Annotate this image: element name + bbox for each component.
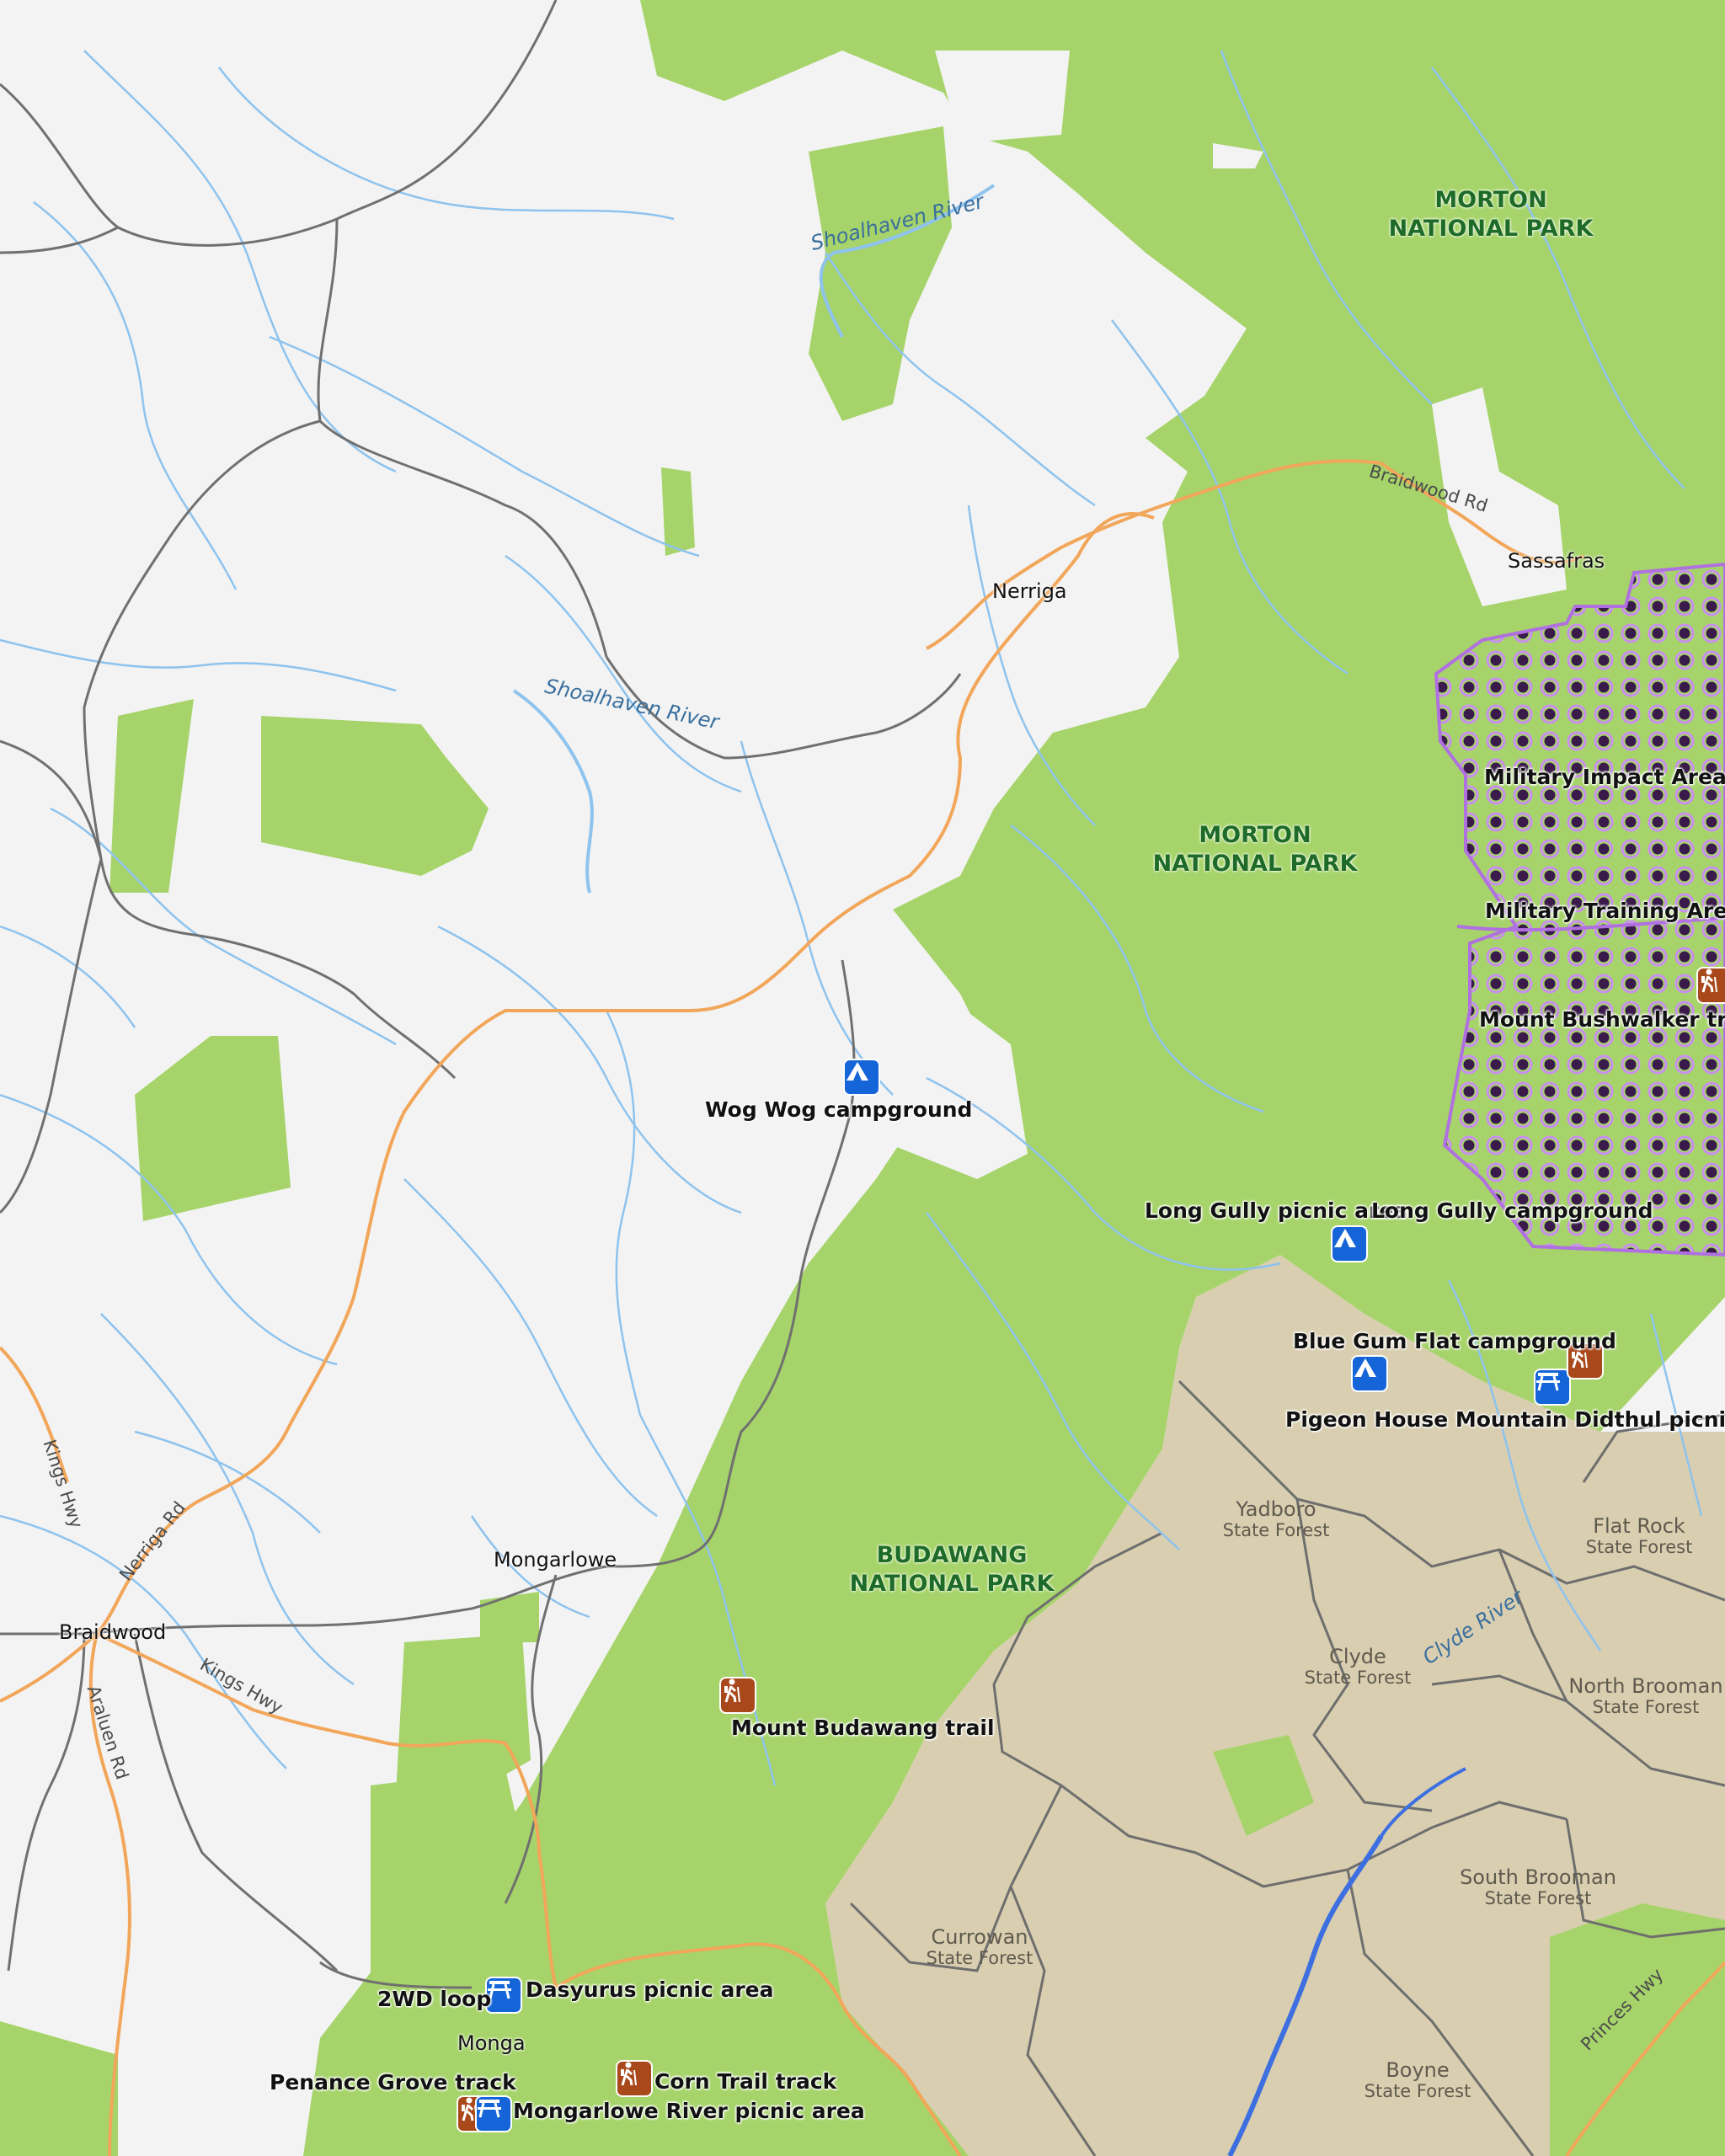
poi-label-2wd-loop[interactable]: 2WD loop: [377, 1987, 491, 2011]
picnic-table-icon[interactable]: [487, 1978, 521, 2012]
park-label-line: MORTON: [1199, 822, 1311, 848]
map-canvas[interactable]: MORTON NATIONAL PARK MORTON NATIONAL PAR…: [0, 0, 1725, 2156]
forest-name: North Brooman: [1568, 1674, 1723, 1698]
forest-label-clyde: Clyde State Forest: [1274, 1646, 1442, 1689]
poi-label-long-gully-campground[interactable]: Long Gully campground: [1371, 1198, 1653, 1223]
town-label-mongarlowe: Mongarlowe: [494, 1548, 617, 1572]
forest-label-boyne: Boyne State Forest: [1333, 2060, 1502, 2102]
poi-label-penance-grove-track[interactable]: Penance Grove track: [270, 2070, 516, 2095]
poi-label-long-gully-picnic-area[interactable]: Long Gully picnic area: [1145, 1198, 1407, 1223]
poi-label-mount-bushwalker-track[interactable]: Mount Bushwalker track: [1479, 1007, 1725, 1032]
forest-type: State Forest: [926, 1948, 1033, 1968]
poi-label-dasyurus-picnic-area[interactable]: Dasyurus picnic area: [526, 1977, 774, 2002]
forest-name: Yadboro: [1236, 1497, 1316, 1521]
forest-label-flat-rock: Flat Rock State Forest: [1555, 1516, 1723, 1558]
forest-type: State Forest: [1585, 1537, 1693, 1557]
park-label-budawang: BUDAWANG NATIONAL PARK: [842, 1541, 1061, 1598]
picnic-table-icon[interactable]: [1535, 1370, 1569, 1404]
national-park-area: [480, 1592, 539, 1642]
forest-type: State Forest: [1222, 1520, 1330, 1540]
forest-type: State Forest: [1364, 2081, 1471, 2101]
poi-label-wog-wog-campground[interactable]: Wog Wog campground: [705, 1097, 972, 1122]
forest-type: State Forest: [1484, 1888, 1592, 1908]
town-label-braidwood: Braidwood: [59, 1620, 167, 1644]
tent-icon[interactable]: [1353, 1357, 1386, 1390]
forest-type: State Forest: [1304, 1668, 1412, 1688]
clearing-area: [935, 51, 1070, 143]
hiker-icon[interactable]: [617, 2062, 651, 2095]
poi-label-pigeon-house-mountain[interactable]: Pigeon House Mountain Didthul picnic are…: [1285, 1407, 1725, 1432]
national-park-area: [661, 467, 695, 556]
town-label-nerriga: Nerriga: [992, 579, 1067, 603]
national-park-area: [0, 2021, 118, 2156]
forest-name: Flat Rock: [1593, 1514, 1685, 1538]
hiker-icon[interactable]: [1698, 969, 1725, 1002]
tent-icon[interactable]: [845, 1060, 879, 1094]
poi-label-mount-budawang-trail[interactable]: Mount Budawang trail: [731, 1716, 995, 1740]
tent-icon[interactable]: [1332, 1227, 1366, 1261]
military-training-area-label: Military Training Area: [1485, 899, 1725, 923]
military-impact-area-label: Military Impact Area: [1484, 765, 1725, 789]
poi-label-mongarlowe-river-picnic-area[interactable]: Mongarlowe River picnic area: [513, 2099, 865, 2123]
national-park-area: [1550, 1903, 1725, 2156]
forest-name: South Brooman: [1460, 1865, 1616, 1889]
park-label-line: NATIONAL PARK: [1152, 851, 1358, 877]
forest-label-south-brooman: South Brooman State Forest: [1454, 1867, 1622, 1909]
park-label-line: BUDAWANG: [876, 1542, 1028, 1568]
shoalhaven-river: [512, 689, 594, 894]
town-label-sassafras: Sassafras: [1508, 549, 1605, 573]
park-label-line: MORTON: [1434, 187, 1547, 213]
park-label-morton-north: MORTON NATIONAL PARK: [1381, 186, 1600, 243]
forest-label-north-brooman: North Brooman State Forest: [1562, 1676, 1725, 1718]
forest-name: Currowan: [931, 1925, 1028, 1949]
hiker-icon[interactable]: [721, 1678, 755, 1712]
town-label-monga: Monga: [457, 2031, 526, 2055]
forest-name: Clyde: [1329, 1645, 1386, 1668]
poi-label-blue-gum-flat-campground[interactable]: Blue Gum Flat campground: [1293, 1329, 1616, 1353]
national-park-area: [261, 716, 489, 876]
forest-label-yadboro: Yadboro State Forest: [1192, 1499, 1360, 1541]
forest-label-currowan: Currowan State Forest: [895, 1927, 1064, 1969]
national-park-area: [396, 1634, 531, 1794]
forest-name: Boyne: [1386, 2058, 1450, 2082]
park-label-line: NATIONAL PARK: [1388, 216, 1594, 242]
forest-type: State Forest: [1592, 1697, 1700, 1717]
picnic-table-icon[interactable]: [477, 2097, 510, 2131]
poi-label-corn-trail-track[interactable]: Corn Trail track: [654, 2069, 836, 2094]
park-label-morton-central: MORTON NATIONAL PARK: [1146, 821, 1365, 878]
park-label-line: NATIONAL PARK: [849, 1571, 1055, 1597]
